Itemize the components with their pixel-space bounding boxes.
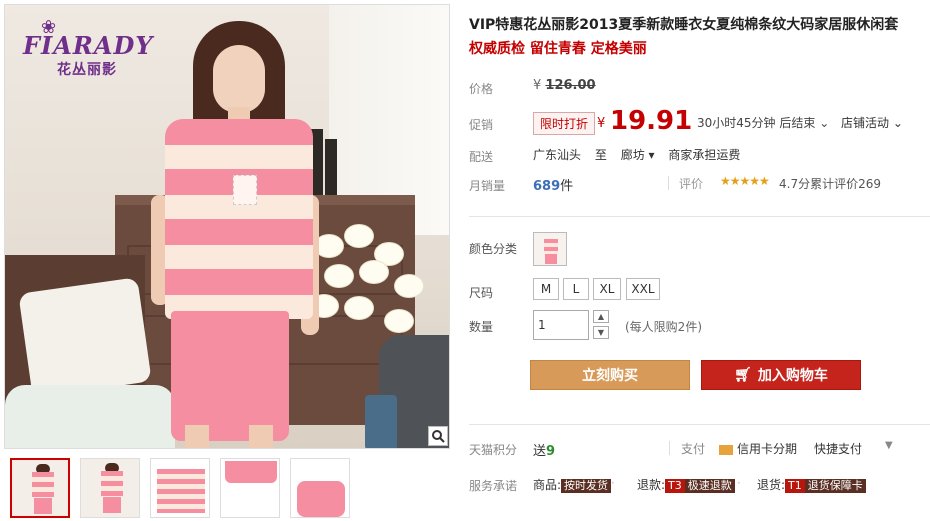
striped-shirt xyxy=(165,119,313,319)
qty-increment-icon[interactable]: ▲ xyxy=(593,310,609,323)
credit-card-icon xyxy=(719,444,733,455)
size-option-xl[interactable]: XL xyxy=(593,278,621,300)
add-to-cart-button[interactable]: 🛒︎ 加入购物车 xyxy=(701,360,861,390)
countdown[interactable]: 30小时45分钟 后结束 ⌄ xyxy=(697,114,829,131)
service-label: 服务承诺 xyxy=(469,479,518,493)
pink-shorts xyxy=(171,311,289,441)
store-activity-dropdown[interactable]: 店铺活动 ⌄ xyxy=(841,114,903,131)
shipping-info: 广东汕头 至 廊坊 ▾ 商家承担运费 xyxy=(533,148,741,162)
product-title: VIP特惠花丛丽影2013夏季新款睡衣女夏纯棉条纹大码家居服休闲套 xyxy=(469,17,899,33)
bin xyxy=(365,395,397,448)
size-option-xxl[interactable]: XXL xyxy=(626,278,660,300)
brand-name-cn: 花丛丽影 xyxy=(57,62,117,78)
thumbnail[interactable] xyxy=(10,458,70,518)
monthly-sales: 689件 xyxy=(533,179,574,194)
destination-select[interactable]: 廊坊 ▾ xyxy=(621,148,655,162)
caret-down-icon: ▾ xyxy=(648,148,655,162)
size-option-m[interactable]: M xyxy=(533,278,559,300)
color-label: 颜色分类 xyxy=(469,242,518,256)
qty-label: 数量 xyxy=(469,320,494,334)
promo-badge: 限时打折 xyxy=(533,112,596,135)
size-option-l[interactable]: L xyxy=(563,278,589,300)
promo-label: 促销 xyxy=(469,118,494,132)
price-label: 价格 xyxy=(469,82,494,96)
cart-icon: 🛒︎ xyxy=(734,367,752,383)
qty-decrement-icon[interactable]: ▼ xyxy=(593,326,609,339)
quantity-input[interactable]: 1 xyxy=(533,310,589,340)
quick-pay[interactable]: 快捷支付 xyxy=(814,440,862,457)
pillow xyxy=(18,277,152,398)
caret-down-icon[interactable]: ▼ xyxy=(885,440,893,451)
dot-separator: · xyxy=(737,476,741,490)
service-refund[interactable]: 退款: T3 极速退款 xyxy=(637,476,735,493)
credit-card-installment[interactable]: 信用卡分期 xyxy=(719,440,797,457)
divider xyxy=(469,424,930,425)
thumbnail[interactable] xyxy=(290,458,350,518)
thumbnail[interactable] xyxy=(220,458,280,518)
shipping-label: 配送 xyxy=(469,150,494,164)
chevron-down-icon: ⌄ xyxy=(892,116,903,130)
sales-label: 月销量 xyxy=(469,179,506,193)
divider xyxy=(469,216,930,217)
thumbnail[interactable] xyxy=(80,458,140,518)
dot-separator: · xyxy=(611,476,615,490)
product-subtitle: 权威质检 留住青春 定格美丽 xyxy=(469,41,647,57)
thumbnail[interactable] xyxy=(150,458,210,518)
points-label: 天猫积分 xyxy=(469,443,518,457)
original-price: ¥ 126.00 xyxy=(533,78,596,93)
buy-now-button[interactable]: 立刻购买 xyxy=(530,360,690,390)
service-return[interactable]: 退货: T1 退货保障卡 xyxy=(757,476,866,493)
review-summary[interactable]: 4.7分累计评价269 xyxy=(779,175,881,192)
payment-label: 支付 xyxy=(681,442,706,456)
promo-currency: ¥ xyxy=(597,116,606,131)
color-option[interactable] xyxy=(533,232,567,266)
product-gallery: ❀ FIARADY 花丛丽影 xyxy=(0,0,452,521)
thumbnail-strip xyxy=(10,458,350,518)
review-label: 评价 xyxy=(679,177,704,191)
model-figure xyxy=(145,15,325,448)
service-shipping[interactable]: 商品: 按时发货 xyxy=(533,476,612,493)
promo-price: 19.91 xyxy=(610,106,693,136)
main-product-photo[interactable]: ❀ FIARADY 花丛丽影 xyxy=(4,4,450,449)
zoom-icon[interactable] xyxy=(428,426,448,446)
brand-wordmark: FIARADY xyxy=(23,31,154,60)
size-label: 尺码 xyxy=(469,286,494,300)
chevron-down-icon: ⌄ xyxy=(819,116,830,130)
purchase-limit-note: (每人限购2件) xyxy=(625,320,702,334)
star-rating-icon: ★★★★★ xyxy=(720,174,770,188)
tmall-points: 送9 xyxy=(533,444,556,459)
brand-logo: ❀ FIARADY 花丛丽影 xyxy=(19,15,159,78)
